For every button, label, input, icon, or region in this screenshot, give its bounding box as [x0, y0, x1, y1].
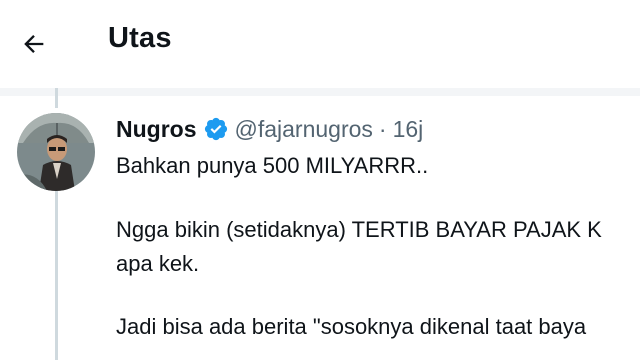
top-header: Utas: [0, 0, 640, 88]
author-handle[interactable]: @fajarnugros: [235, 116, 373, 143]
tweet-time[interactable]: 16j: [393, 116, 424, 143]
tweet-text-line: Ngga bikin (setidaknya) TERTIB BAYAR PAJ…: [116, 217, 602, 242]
tweet-header: Nugros @fajarnugros · 16j: [116, 113, 423, 145]
avatar[interactable]: [17, 113, 95, 191]
tweet-text-line: apa kek.: [116, 251, 200, 276]
tweet-text-line: Bahkan punya 500 MILYARRR..: [116, 153, 429, 178]
separator-dot: ·: [378, 115, 387, 142]
author-display-name[interactable]: Nugros: [116, 116, 197, 143]
header-divider: [0, 88, 640, 96]
page-title: Utas: [108, 22, 172, 54]
thread-line-top: [55, 88, 58, 108]
tweet-text-line: Jadi bisa ada berita "sosoknya dikenal t…: [116, 314, 587, 339]
verified-badge-icon[interactable]: [203, 116, 229, 142]
back-button[interactable]: [14, 24, 54, 64]
thread-line: [55, 190, 58, 360]
arrow-left-icon: [24, 35, 44, 53]
